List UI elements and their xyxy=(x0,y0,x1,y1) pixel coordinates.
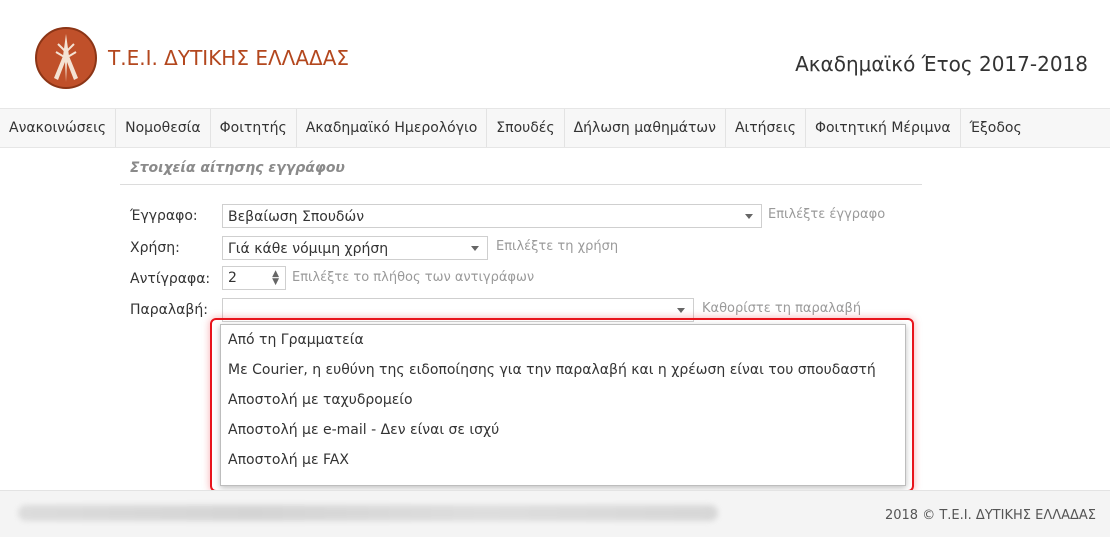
highlight-annotation xyxy=(210,318,914,492)
document-label: Έγγραφο: xyxy=(130,208,198,224)
nav-item-student[interactable]: Φοιτητής xyxy=(211,109,297,147)
stepper-arrows-icon[interactable]: ▲ ▼ xyxy=(272,270,279,287)
section-title: Στοιχεία αίτησης εγγράφου xyxy=(130,160,345,176)
section-divider xyxy=(120,184,922,185)
usage-hint: Επιλέξτε τη χρήση xyxy=(496,239,619,254)
footer-blurred-text xyxy=(18,505,718,521)
copies-stepper[interactable]: 2 ▲ ▼ xyxy=(222,266,286,290)
footer: 2018 © Τ.Ε.Ι. ΔΥΤΙΚΗΣ ΕΛΛΑΔΑΣ xyxy=(0,490,1110,537)
tei-logo-icon xyxy=(34,26,98,90)
delivery-label: Παραλαβή: xyxy=(130,302,208,318)
nav-item-announcements[interactable]: Ανακοινώσεις xyxy=(0,109,117,147)
nav-item-course-registration[interactable]: Δήλωση μαθημάτων xyxy=(565,109,726,147)
usage-label: Χρήση: xyxy=(130,240,180,256)
document-select-value: Βεβαίωση Σπουδών xyxy=(228,209,365,225)
chevron-down-icon xyxy=(677,308,685,313)
document-hint: Επιλέξτε έγγραφο xyxy=(768,207,886,222)
main-nav: Ανακοινώσεις Νομοθεσία Φοιτητής Ακαδημαϊ… xyxy=(0,108,1110,148)
copies-hint: Επιλέξτε το πλήθος των αντιγράφων xyxy=(292,270,535,285)
nav-item-academic-calendar[interactable]: Ακαδημαϊκό Ημερολόγιο xyxy=(297,109,488,147)
usage-select-value: Γιά κάθε νόμιμη χρήση xyxy=(228,241,389,257)
footer-copyright: 2018 © Τ.Ε.Ι. ΔΥΤΙΚΗΣ ΕΛΛΑΔΑΣ xyxy=(884,508,1096,523)
usage-select[interactable]: Γιά κάθε νόμιμη χρήση xyxy=(222,236,488,260)
nav-item-legislation[interactable]: Νομοθεσία xyxy=(116,109,211,147)
nav-item-studies[interactable]: Σπουδές xyxy=(487,109,565,147)
copies-label: Αντίγραφα: xyxy=(130,271,211,287)
chevron-down-icon xyxy=(745,214,753,219)
site-title[interactable]: Τ.Ε.Ι. ΔΥΤΙΚΗΣ ΕΛΛΑΔΑΣ xyxy=(108,46,349,70)
nav-item-student-welfare[interactable]: Φοιτητική Μέριμνα xyxy=(806,109,961,147)
delivery-hint: Καθορίστε τη παραλαβή xyxy=(702,301,862,316)
academic-year: Ακαδημαϊκό Έτος 2017-2018 xyxy=(795,52,1088,76)
nav-item-applications[interactable]: Αιτήσεις xyxy=(726,109,806,147)
document-select[interactable]: Βεβαίωση Σπουδών xyxy=(222,204,762,228)
copies-value: 2 xyxy=(228,270,237,286)
nav-item-logout[interactable]: Έξοδος xyxy=(961,109,1031,147)
chevron-down-icon xyxy=(471,246,479,251)
